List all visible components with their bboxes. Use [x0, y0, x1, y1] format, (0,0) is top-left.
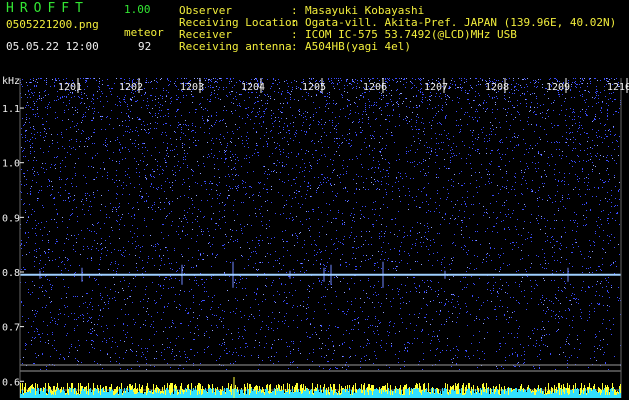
y-tick-label: 1.1 [2, 104, 20, 115]
y-tick-label: 1.0 [2, 159, 20, 170]
y-tick-label: 0.6 [2, 377, 20, 388]
noise-bright-dots [20, 78, 621, 370]
y-tick-label: 0.9 [2, 213, 20, 224]
noise-field [20, 78, 621, 370]
axis-ticks: 1201 1202 1203 1204 1205 1206 1207 1208 1209 1210… [2, 76, 629, 388]
y-tick-label: 0.8 [2, 268, 20, 279]
x-tick-label: 1210 [607, 82, 629, 93]
y-axis-unit: kHz [2, 76, 20, 87]
noise-dots [20, 78, 621, 370]
spectrogram-plot: 1201 1202 1203 1204 1205 1206 1207 1208 1209 1210… [2, 76, 629, 398]
y-tick-label: 0.7 [2, 323, 20, 334]
signal-bars [20, 377, 621, 398]
